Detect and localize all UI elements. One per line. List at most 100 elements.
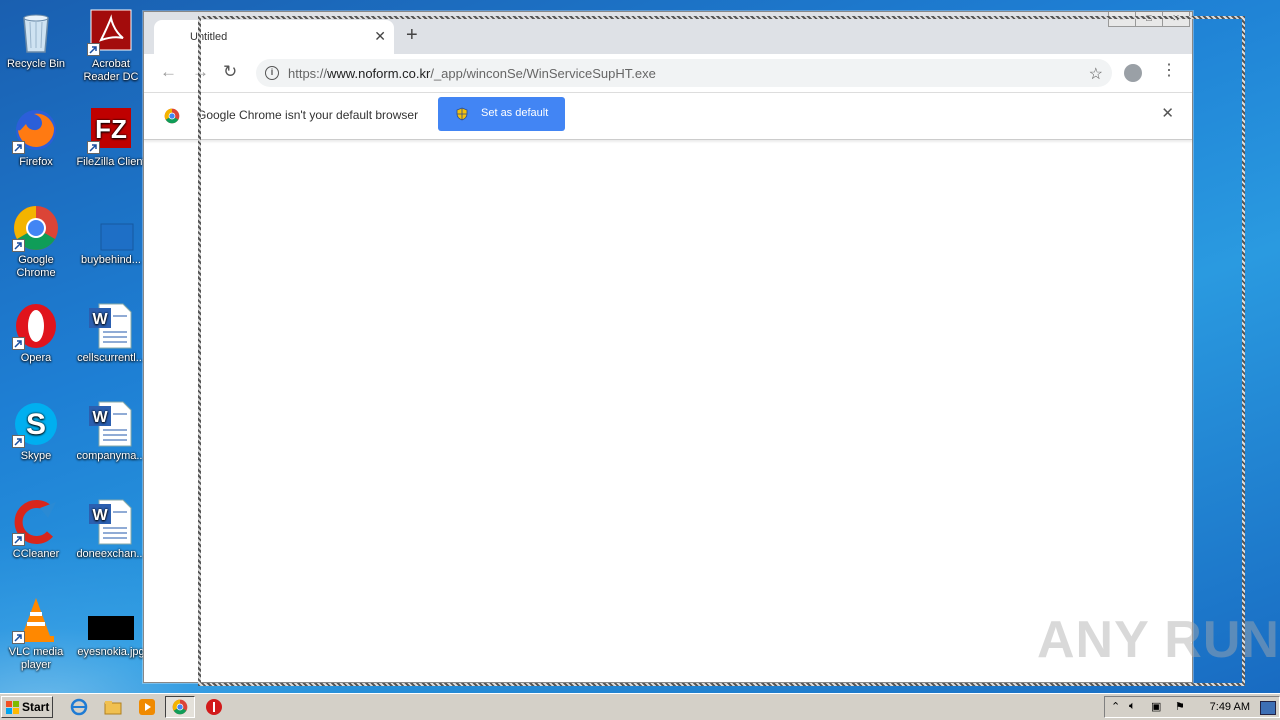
tab-title: Untitled bbox=[190, 31, 228, 43]
desktop-icon-recycle-bin[interactable]: Recycle Bin bbox=[0, 8, 72, 71]
chrome-logo-icon bbox=[164, 108, 180, 124]
set-as-default-label: Set as default bbox=[481, 107, 549, 119]
desktop-icon-filezilla[interactable]: FZ FileZilla Client bbox=[75, 106, 147, 169]
desktop-icon-opera[interactable]: Opera bbox=[0, 302, 72, 365]
system-tray: ⌃ 🔈︎ ▣ ⚑ 7:49 AM bbox=[1104, 696, 1280, 718]
desktop-icon-label: Google Chrome bbox=[16, 254, 56, 279]
desktop-icon-cellscurrentl[interactable]: W cellscurrentl... bbox=[75, 302, 147, 365]
address-bar[interactable]: i https://www.noform.co.kr/_app/winconSe… bbox=[256, 59, 1112, 87]
shortcut-arrow-icon bbox=[12, 435, 25, 448]
start-button[interactable]: Start bbox=[1, 696, 53, 718]
desktop-icon-label: buybehind... bbox=[81, 254, 141, 266]
svg-text:W: W bbox=[92, 311, 108, 328]
tab-close-icon[interactable]: ✕ bbox=[374, 29, 386, 43]
tab-strip: Untitled ✕ + – □ ✕ bbox=[144, 12, 1192, 54]
desktop-icon-label: Skype bbox=[20, 450, 52, 462]
chrome-window: Untitled ✕ + – □ ✕ ← → ↻ i https://www.n… bbox=[143, 11, 1193, 683]
svg-text:S: S bbox=[26, 408, 46, 441]
show-hidden-icons[interactable]: ⌃ bbox=[1111, 700, 1120, 713]
file-explorer-icon[interactable] bbox=[104, 698, 122, 716]
close-window-button[interactable]: ✕ bbox=[1162, 12, 1190, 27]
desktop-icon-label: CCleaner bbox=[12, 548, 60, 560]
desktop-icon-label: companyma... bbox=[76, 450, 146, 462]
desktop-icon-firefox[interactable]: Firefox bbox=[0, 106, 72, 169]
desktop-icon-google-chrome[interactable]: Google Chrome bbox=[0, 204, 72, 280]
chrome-taskbar-icon bbox=[172, 699, 188, 715]
svg-text:W: W bbox=[92, 409, 108, 426]
start-label: Start bbox=[22, 700, 50, 714]
set-as-default-button[interactable]: Set as default bbox=[438, 97, 565, 131]
shortcut-arrow-icon bbox=[12, 533, 25, 546]
desktop-icon-label: Acrobat Reader DC bbox=[83, 58, 139, 83]
infobar-close-icon[interactable]: ✕ bbox=[1161, 106, 1174, 121]
show-desktop-button[interactable] bbox=[1260, 701, 1276, 715]
chrome-icon bbox=[12, 204, 60, 252]
stop-icon[interactable] bbox=[205, 698, 223, 716]
svg-text:W: W bbox=[92, 507, 108, 524]
desktop-icon-label: Opera bbox=[20, 352, 52, 364]
media-player-icon[interactable] bbox=[138, 698, 156, 716]
default-browser-infobar: Google Chrome isn't your default browser… bbox=[144, 93, 1192, 140]
word-doc-icon: W bbox=[87, 400, 135, 448]
shortcut-arrow-icon bbox=[12, 141, 25, 154]
shortcut-arrow-icon bbox=[12, 337, 25, 350]
taskbar-chrome-button[interactable] bbox=[165, 696, 195, 718]
blank-file-icon bbox=[87, 204, 135, 252]
windows-flag-icon bbox=[6, 701, 19, 714]
uac-shield-icon bbox=[456, 107, 468, 121]
maximize-button[interactable]: □ bbox=[1135, 12, 1163, 27]
desktop-icon-skype[interactable]: S Skype bbox=[0, 400, 72, 463]
desktop-icon-label: cellscurrentl... bbox=[77, 352, 145, 364]
shortcut-arrow-icon bbox=[87, 43, 100, 56]
reload-icon[interactable]: ↻ bbox=[223, 63, 237, 80]
desktop-icon-companyma[interactable]: W companyma... bbox=[75, 400, 147, 463]
tab-untitled[interactable]: Untitled ✕ bbox=[154, 20, 394, 54]
desktop-icon-vlc[interactable]: VLC media player bbox=[0, 596, 72, 672]
desktop-icon-acrobat[interactable]: Acrobat Reader DC bbox=[75, 8, 147, 84]
infobar-message: Google Chrome isn't your default browser bbox=[197, 108, 419, 122]
menu-kebab-icon[interactable]: ⋮ bbox=[1161, 63, 1177, 79]
info-icon[interactable]: i bbox=[265, 66, 279, 80]
anyrun-watermark: ANY RUN bbox=[1037, 611, 1280, 669]
back-arrow-icon[interactable]: ← bbox=[160, 63, 177, 80]
acrobat-icon bbox=[87, 8, 135, 56]
url-scheme: https:// bbox=[288, 66, 328, 81]
profile-avatar-icon[interactable] bbox=[1124, 64, 1142, 82]
firefox-icon bbox=[12, 106, 60, 154]
desktop-icon-label: VLC media player bbox=[8, 646, 64, 671]
desktop-icon-ccleaner[interactable]: CCleaner bbox=[0, 498, 72, 561]
url-host: www.noform.co.kr bbox=[327, 66, 431, 81]
ccleaner-icon bbox=[12, 498, 60, 546]
forward-arrow-icon[interactable]: → bbox=[192, 63, 209, 80]
shortcut-arrow-icon bbox=[12, 631, 25, 644]
vlc-icon bbox=[12, 596, 60, 644]
desktop-icon-label: Recycle Bin bbox=[6, 58, 66, 70]
desktop-icon-label: Firefox bbox=[19, 156, 53, 168]
desktop-icon-eyesnokia[interactable]: eyesnokia.jpg bbox=[75, 596, 147, 659]
volume-icon[interactable]: 🔈︎ bbox=[1129, 700, 1136, 713]
minimize-button[interactable]: – bbox=[1108, 12, 1136, 27]
desktop-icon-label: eyesnokia.jpg bbox=[77, 646, 145, 658]
clock[interactable]: 7:49 AM bbox=[1210, 701, 1250, 713]
internet-explorer-icon[interactable] bbox=[70, 698, 88, 716]
url-path: /_app/winconSe/WinServiceSupHT.exe bbox=[430, 66, 656, 81]
browser-toolbar: ← → ↻ i https://www.noform.co.kr/_app/wi… bbox=[144, 54, 1192, 93]
word-doc-icon: W bbox=[87, 302, 135, 350]
svg-text:FZ: FZ bbox=[95, 114, 127, 144]
network-icon[interactable]: ▣ bbox=[1151, 700, 1161, 713]
new-tab-icon[interactable]: + bbox=[406, 25, 418, 45]
opera-icon bbox=[12, 302, 60, 350]
taskbar: Start ⌃ 🔈︎ ▣ ⚑ 7:49 AM bbox=[0, 693, 1280, 720]
desktop-icon-buybehind[interactable]: buybehind... bbox=[75, 204, 147, 267]
filezilla-icon: FZ bbox=[87, 106, 135, 154]
url-text: https://www.noform.co.kr/_app/winconSe/W… bbox=[288, 66, 656, 81]
shortcut-arrow-icon bbox=[12, 239, 25, 252]
bookmark-star-icon[interactable]: ☆ bbox=[1089, 64, 1103, 84]
shortcut-arrow-icon bbox=[87, 141, 100, 154]
recycle-bin-icon bbox=[12, 8, 60, 56]
action-center-flag-icon[interactable]: ⚑ bbox=[1175, 700, 1185, 713]
skype-icon: S bbox=[12, 400, 60, 448]
window-controls: – □ ✕ bbox=[1108, 12, 1190, 27]
desktop-icon-label: FileZilla Client bbox=[76, 156, 146, 168]
desktop-icon-doneexchan[interactable]: W doneexchan... bbox=[75, 498, 147, 561]
